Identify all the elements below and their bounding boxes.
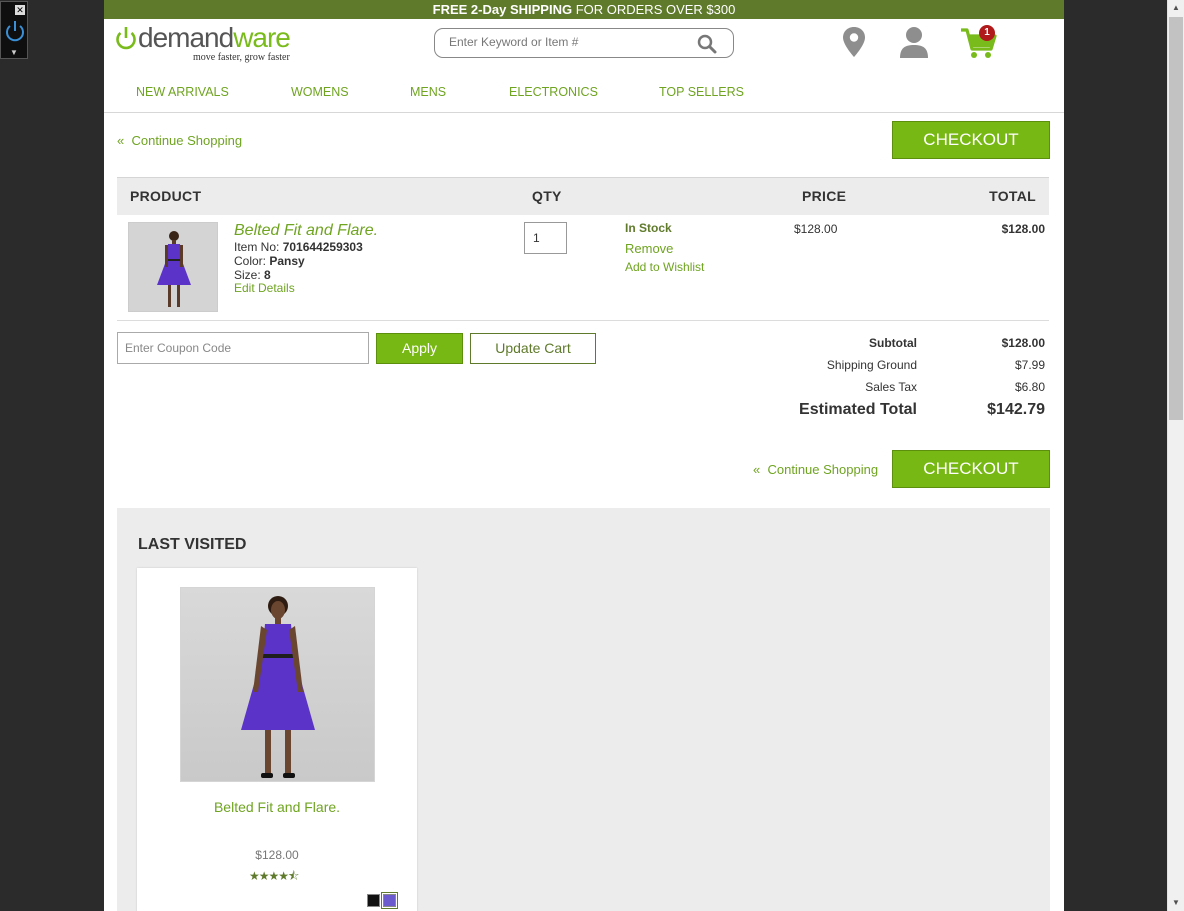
double-chevron-left-icon: « (753, 462, 761, 477)
continue-shopping-link-bottom[interactable]: « Continue Shopping (753, 462, 878, 477)
product-thumbnail[interactable] (128, 222, 218, 312)
continue-shopping-label: Continue Shopping (131, 133, 243, 148)
close-icon[interactable]: ✕ (15, 5, 25, 15)
power-logo-icon (116, 27, 136, 50)
sales-tax-value: $6.80 (1014, 380, 1045, 394)
item-color-label: Color: (234, 254, 270, 268)
scroll-down-arrow-icon[interactable]: ▼ (1168, 895, 1184, 911)
swatch-purple[interactable] (381, 892, 398, 909)
logo-word-end: ware (233, 22, 291, 53)
map-pin-icon[interactable] (842, 26, 866, 58)
store-page: FREE 2-Day SHIPPING FOR ORDERS OVER $300… (104, 0, 1064, 911)
vertical-scrollbar[interactable]: ▲ ▼ (1167, 0, 1184, 911)
add-to-wishlist-link[interactable]: Add to Wishlist (625, 260, 704, 274)
logo-word-start: demand (138, 22, 234, 53)
star-rating: ★★★★⯪ (249, 869, 299, 883)
header-price: PRICE (802, 188, 847, 204)
nav-item-new-arrivals[interactable]: NEW ARRIVALS (136, 85, 229, 99)
header-qty: QTY (532, 188, 562, 204)
product-tile-name[interactable]: Belted Fit and Flare. (137, 799, 417, 815)
power-icon[interactable] (4, 18, 26, 44)
nav-item-top-sellers[interactable]: TOP SELLERS (659, 85, 744, 99)
product-tile-price: $128.00 (255, 848, 299, 862)
item-size-label: Size: (234, 268, 265, 282)
user-icon[interactable] (899, 26, 929, 58)
dress-model-image (241, 596, 315, 778)
product-tile[interactable]: Belted Fit and Flare. $128.00 ★★★★⯪ (137, 568, 417, 911)
nav-item-electronics[interactable]: ELECTRONICS (509, 85, 598, 99)
product-name-link[interactable]: Belted Fit and Flare. (234, 222, 378, 240)
item-total: $128.00 (1001, 222, 1045, 236)
main-nav: NEW ARRIVALS WOMENS MENS ELECTRONICS TOP… (104, 85, 1064, 113)
quantity-input[interactable]: 1 (524, 222, 567, 254)
estimated-total-label: Estimated Total (799, 401, 917, 418)
logo-wordmark: demandware (138, 22, 291, 54)
item-color-value: Pansy (269, 254, 305, 268)
checkout-button-top[interactable]: CHECKOUT (892, 121, 1050, 159)
browser-extension-widget[interactable]: ✕ ▼ (0, 1, 28, 59)
shipping-value: $7.99 (1014, 358, 1045, 372)
apply-coupon-button[interactable]: Apply (376, 333, 463, 364)
header-product: PRODUCT (130, 188, 202, 204)
promo-bold-1: FREE 2-Day (432, 2, 510, 17)
swatch-black[interactable] (367, 894, 380, 907)
item-size: Size: 8 (234, 268, 271, 282)
logo-tagline: move faster, grow faster (193, 52, 290, 63)
last-visited-title: LAST VISITED (138, 536, 247, 553)
estimated-total-value: $142.79 (987, 401, 1045, 418)
update-cart-button[interactable]: Update Cart (470, 333, 596, 364)
continue-shopping-link-top[interactable]: « Continue Shopping (117, 133, 242, 148)
promo-banner: FREE 2-Day SHIPPING FOR ORDERS OVER $300 (104, 0, 1064, 19)
coupon-code-input[interactable]: Enter Coupon Code (117, 332, 369, 364)
remove-link[interactable]: Remove (625, 241, 673, 256)
item-color: Color: Pansy (234, 254, 305, 268)
promo-rest: FOR ORDERS OVER $300 (572, 2, 736, 17)
cart-count-badge[interactable]: 1 (979, 25, 995, 41)
subtotal-label: Subtotal (869, 336, 917, 350)
product-tile-image[interactable] (180, 587, 375, 782)
last-visited-section: LAST VISITED Belted Fit and Flare. $128.… (117, 508, 1050, 911)
search-icon[interactable] (697, 34, 717, 54)
cart-table-header: PRODUCT QTY PRICE TOTAL (117, 177, 1049, 215)
subtotal-value: $128.00 (1001, 336, 1045, 350)
search-input[interactable] (449, 35, 689, 49)
item-number-label: Item No: (234, 240, 283, 254)
checkout-button-bottom[interactable]: CHECKOUT (892, 450, 1050, 488)
header-total: TOTAL (989, 188, 1036, 204)
dress-model-image (129, 223, 217, 311)
scrollbar-thumb[interactable] (1169, 17, 1183, 420)
nav-item-mens[interactable]: MENS (410, 85, 446, 99)
scroll-up-arrow-icon[interactable]: ▲ (1168, 0, 1184, 16)
continue-shopping-label: Continue Shopping (767, 462, 879, 477)
shipping-label: Shipping Ground (826, 358, 917, 372)
search-box[interactable] (434, 28, 734, 58)
double-chevron-left-icon: « (117, 133, 125, 148)
item-number: Item No: 701644259303 (234, 240, 363, 254)
edit-details-link[interactable]: Edit Details (234, 281, 295, 295)
logo[interactable]: demandware move faster, grow faster (114, 22, 304, 64)
row-divider (117, 320, 1049, 321)
caret-down-icon[interactable]: ▼ (10, 48, 18, 57)
nav-item-womens[interactable]: WOMENS (291, 85, 349, 99)
item-number-value: 701644259303 (282, 240, 363, 254)
sales-tax-label: Sales Tax (865, 380, 917, 394)
promo-bold-2: SHIPPING (509, 2, 573, 17)
item-price: $128.00 (794, 222, 838, 236)
item-size-value: 8 (264, 268, 271, 282)
stock-status: In Stock (625, 221, 672, 235)
